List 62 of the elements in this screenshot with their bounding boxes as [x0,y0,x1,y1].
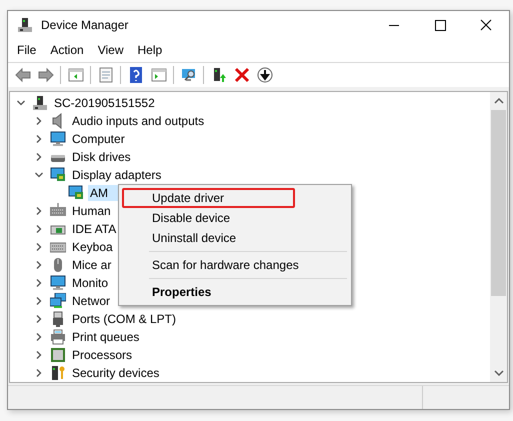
tree-item[interactable]: Print queues [70,329,142,346]
menu-item[interactable]: View [90,41,130,60]
back-icon[interactable] [14,67,30,83]
tree-item[interactable]: Disk drives [70,149,133,166]
forward-icon[interactable] [38,67,54,83]
window-pane-icon[interactable] [150,67,166,83]
tree-item[interactable]: Security devices [70,365,162,382]
tree-item[interactable]: Mice ar [70,257,114,274]
tree-item[interactable]: Monito [70,275,110,292]
menu-item[interactable]: Update driver [122,188,295,208]
expand-icon[interactable] [34,152,44,162]
window-pane-icon[interactable] [68,67,84,83]
port-connector-icon [50,311,66,328]
tree-item[interactable]: IDE ATA [70,221,118,238]
down-arrow-circle-icon[interactable] [256,67,272,83]
expand-icon[interactable] [34,242,44,252]
menu-item[interactable]: Disable device [121,208,349,228]
document-icon[interactable] [98,67,114,83]
expand-icon[interactable] [34,314,44,324]
expand-icon[interactable] [34,278,44,288]
tree-item[interactable]: Networ [70,293,112,310]
display-adapter-icon [68,185,84,202]
menu-item[interactable]: Help [130,41,170,60]
expand-icon[interactable] [34,350,44,360]
display-adapter-icon [50,167,66,184]
expand-icon[interactable] [34,296,44,306]
menu-item[interactable]: Scan for hardware changes [121,255,349,276]
scroll-down-icon[interactable] [494,370,504,376]
menu-item[interactable]: File [10,41,44,60]
tree-item[interactable]: Computer [70,131,127,148]
network-icon [50,293,66,310]
scrollbar[interactable] [490,92,507,382]
menu-item[interactable]: Uninstall device [121,228,349,248]
menu-item[interactable]: Properties [121,282,349,302]
printer-icon [50,329,66,346]
expand-icon[interactable] [34,224,44,234]
tree-item[interactable]: Ports (COM & LPT) [70,311,178,328]
expand-icon[interactable] [34,260,44,270]
help-icon[interactable] [128,67,144,83]
computer-icon [17,17,33,33]
monitor-search-icon[interactable] [180,67,196,83]
delete-icon[interactable] [234,67,250,83]
security-key-icon [50,365,66,382]
tree-item[interactable]: Keyboa [70,239,115,256]
tree-item[interactable]: SC-201905151552 [52,95,157,112]
expand-icon[interactable] [34,206,44,216]
computer-icon [32,95,48,112]
tree-item[interactable]: Audio inputs and outputs [70,113,206,130]
tree-item[interactable]: Human [70,203,113,220]
menu-item[interactable]: Action [43,41,91,60]
expand-icon[interactable] [34,368,44,378]
processor-chip-icon [50,347,66,364]
window-title: Device Manager [41,18,130,32]
tree-item[interactable]: Processors [70,347,134,364]
monitor-icon [50,275,66,292]
expand-icon[interactable] [34,134,44,144]
scroll-thumb[interactable] [491,110,506,296]
expand-icon[interactable] [34,116,44,126]
expand-icon[interactable] [34,332,44,342]
tree-item[interactable]: Display adapters [70,167,164,184]
scroll-up-icon[interactable] [494,98,504,104]
monitor-icon [50,131,66,148]
